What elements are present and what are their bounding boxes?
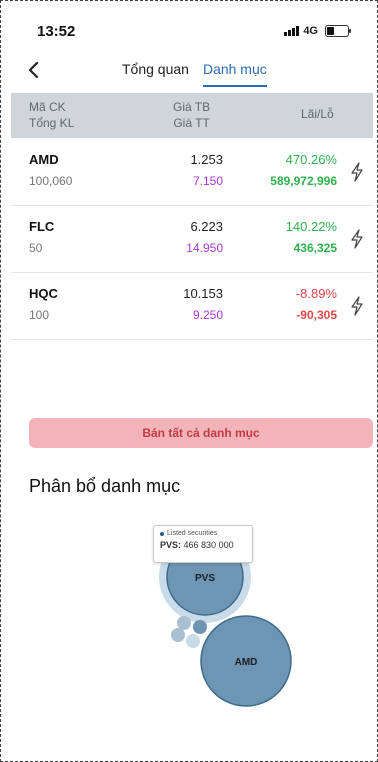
row-pl-percent: -8.89% (295, 286, 337, 301)
header-col-price: Giá TB Giá TT (173, 99, 210, 131)
table-header: Mã CK Tổng KL Giá TB Giá TT Lãi/Lỗ (11, 93, 373, 138)
row-current-price: 7.150 (192, 174, 223, 188)
chevron-left-icon[interactable] (27, 59, 41, 87)
tooltip-series: Listed securities (160, 530, 246, 537)
bubble-amd-label: AMD (235, 657, 258, 668)
tooltip-value: 466 830 000 (183, 540, 234, 550)
network-type: 4G (303, 25, 318, 37)
tab-bar: Tổng quan Danh mục (122, 61, 267, 87)
allocation-title: Phân bổ danh mục (29, 476, 181, 496)
tooltip-series-name: Listed securities (167, 530, 218, 537)
header-profit-loss-label: Lãi/Lỗ (301, 107, 334, 121)
lightning-icon[interactable] (349, 296, 365, 316)
bubble-small[interactable] (177, 616, 191, 630)
table-row[interactable]: HQC 100 10.153 9.250 -8.89% -90,305 (11, 272, 373, 340)
lightning-icon[interactable] (349, 229, 365, 249)
bubble-pvs-label: PVS (195, 573, 215, 584)
tooltip-label: PVS: (160, 540, 182, 550)
row-avg-price: 10.153 (183, 286, 223, 301)
row-symbol: HQC (29, 286, 58, 301)
row-current-price: 9.250 (192, 308, 223, 322)
row-avg-price: 6.223 (190, 219, 223, 234)
table-row[interactable]: FLC 50 6.223 14.950 140.22% 436,325 (11, 205, 373, 273)
row-pl-amount: -90,305 (296, 308, 337, 322)
series-dot-icon (160, 531, 164, 536)
tab-overview[interactable]: Tổng quan (122, 61, 189, 87)
bubble-small[interactable] (186, 634, 200, 648)
status-bar: 13:52 4G (1, 1, 377, 57)
row-pl-percent: 470.26% (285, 152, 337, 167)
row-symbol: AMD (29, 152, 59, 167)
row-pl-amount: 436,325 (293, 241, 337, 255)
lightning-icon[interactable] (349, 162, 365, 182)
battery-icon (325, 25, 351, 37)
header-avg-price-label: Giá TB (173, 100, 211, 114)
row-quantity: 100 (29, 308, 50, 322)
row-quantity: 50 (29, 241, 43, 255)
sell-all-button[interactable]: Bán tất cả danh mục (29, 418, 373, 448)
tooltip-value-line: PVS: 466 830 000 (160, 540, 246, 550)
header-market-price-label: Giá TT (173, 116, 210, 130)
row-symbol: FLC (29, 219, 55, 234)
allocation-bubble-chart: PVS AMD Listed securities PVS: 466 830 0… (1, 501, 378, 741)
header-col-symbol: Mã CK Tổng KL (29, 99, 74, 131)
row-pl-percent: 140.22% (285, 219, 337, 234)
header-symbol-label: Mã CK (29, 100, 66, 114)
bubble-small[interactable] (171, 628, 185, 642)
row-current-price: 14.950 (186, 241, 223, 255)
status-time: 13:52 (37, 23, 76, 40)
status-indicators: 4G (284, 25, 351, 37)
tab-portfolio[interactable]: Danh mục (202, 61, 267, 87)
bubble-small[interactable] (193, 620, 207, 634)
row-pl-amount: 589,972,996 (270, 174, 337, 188)
table-row[interactable]: AMD 100,060 1.253 7.150 470.26% 589,972,… (11, 138, 373, 206)
row-avg-price: 1.253 (190, 152, 223, 167)
row-quantity: 100,060 (29, 174, 73, 188)
header-volume-label: Tổng KL (29, 116, 75, 130)
signal-icon (284, 26, 300, 36)
chart-tooltip: Listed securities PVS: 466 830 000 (153, 525, 253, 563)
top-nav: Tổng quan Danh mục (1, 57, 377, 93)
